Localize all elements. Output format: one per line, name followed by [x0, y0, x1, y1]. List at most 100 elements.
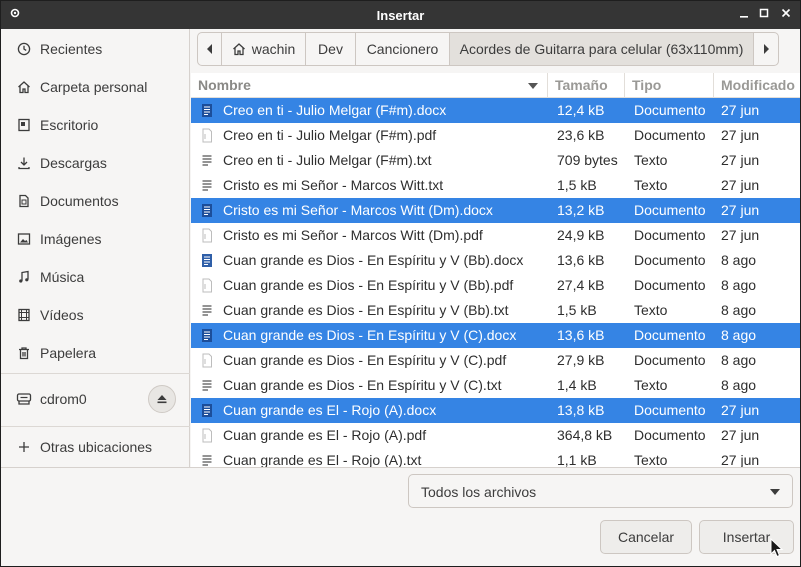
file-modified: 27 jun — [721, 427, 760, 443]
word-document-icon — [202, 404, 212, 417]
sidebar-item-label: Carpeta personal — [40, 79, 148, 95]
column-header-type[interactable]: Tipo — [625, 73, 714, 98]
file-modified: 8 ago — [721, 352, 757, 368]
file-type: Documento — [634, 402, 706, 418]
crumb-current-folder[interactable]: Acordes de Guitarra para celular (63x110… — [450, 33, 754, 65]
drive-icon — [16, 391, 32, 407]
table-row[interactable]: Creo en ti - Julio Melgar (F#m).txt 709 b… — [191, 148, 800, 173]
desktop-icon — [16, 117, 32, 133]
cancel-button[interactable]: Cancelar — [600, 520, 692, 554]
sidebar-item-papelera[interactable]: Papelera — [1, 335, 190, 371]
crumb-cancionero[interactable]: Cancionero — [356, 33, 450, 65]
sidebar-item-videos[interactable]: Vídeos — [1, 297, 190, 333]
chevron-right-icon — [764, 44, 769, 54]
file-name: Creo en ti - Julio Melgar (F#m).docx — [223, 102, 447, 118]
pdf-document-icon — [202, 428, 212, 443]
document-icon — [16, 193, 32, 209]
text-file-icon — [202, 380, 212, 391]
sidebar-item-recientes[interactable]: Recientes — [1, 31, 190, 67]
file-type: Documento — [634, 277, 706, 293]
file-modified: 8 ago — [721, 327, 757, 343]
table-row[interactable]: Cuan grande es Dios - En Espíritu y V (B… — [191, 273, 800, 298]
file-size: 709 bytes — [557, 152, 618, 168]
file-type: Documento — [634, 127, 706, 143]
chevron-down-icon — [770, 489, 780, 495]
mouse-cursor-icon — [770, 538, 784, 558]
file-size: 23,6 kB — [557, 127, 605, 143]
file-modified: 27 jun — [721, 202, 760, 218]
sidebar-item-otras-ubicaciones[interactable]: Otras ubicaciones — [1, 429, 190, 465]
file-name: Cuan grande es El - Rojo (A).txt — [223, 452, 422, 467]
sidebar-item-carpeta-personal[interactable]: Carpeta personal — [1, 69, 190, 105]
maximize-icon[interactable] — [756, 7, 772, 23]
sidebar-item-label: cdrom0 — [40, 391, 87, 407]
sidebar-item-escritorio[interactable]: Escritorio — [1, 107, 190, 143]
table-row[interactable]: Cristo es mi Señor - Marcos Witt (Dm).do… — [191, 198, 800, 223]
file-modified: 8 ago — [721, 302, 757, 318]
file-type: Documento — [634, 102, 706, 118]
file-filter-value: Todos los archivos — [421, 484, 537, 500]
table-row[interactable]: Cuan grande es El - Rojo (A).pdf 364,8 kB… — [191, 423, 800, 448]
trash-icon — [16, 345, 32, 361]
file-size: 1,5 kB — [557, 177, 597, 193]
file-filter-dropdown[interactable]: Todos los archivos — [408, 474, 793, 508]
file-type: Documento — [634, 327, 706, 343]
sidebar-item-musica[interactable]: Música — [1, 259, 190, 295]
column-header-modified[interactable]: Modificado — [714, 73, 800, 98]
file-name: Cuan grande es Dios - En Espíritu y V (B… — [223, 277, 514, 293]
sidebar-item-cdrom0[interactable]: cdrom0 — [1, 381, 190, 417]
table-row[interactable]: Creo en ti - Julio Melgar (F#m).docx 12,4… — [191, 98, 800, 123]
file-type: Texto — [634, 302, 668, 318]
column-header-label: Tamaño — [555, 77, 608, 93]
file-type: Texto — [634, 152, 668, 168]
file-name: Cuan grande es El - Rojo (A).pdf — [223, 427, 427, 443]
file-name: Cuan grande es Dios - En Espíritu y V (C… — [223, 327, 517, 343]
file-name: Cuan grande es Dios - En Espíritu y V (C… — [223, 377, 502, 393]
column-header-name[interactable]: Nombre — [191, 73, 548, 98]
crumb-dev[interactable]: Dev — [306, 33, 356, 65]
sidebar-item-descargas[interactable]: Descargas — [1, 145, 190, 181]
crumb-label: Cancionero — [366, 41, 439, 57]
file-name: Creo en ti - Julio Melgar (F#m).pdf — [223, 127, 437, 143]
table-row[interactable]: Cuan grande es Dios - En Espíritu y V (B… — [191, 298, 800, 323]
file-modified: 27 jun — [721, 402, 760, 418]
crumb-label: Dev — [318, 41, 343, 57]
pdf-document-icon — [202, 128, 212, 143]
table-row[interactable]: Cristo es mi Señor - Marcos Witt.txt 1,5 … — [191, 173, 800, 198]
table-row[interactable]: Cristo es mi Señor - Marcos Witt (Dm).pd… — [191, 223, 800, 248]
file-modified: 27 jun — [721, 152, 760, 168]
close-icon[interactable] — [778, 7, 794, 23]
file-type: Documento — [634, 227, 706, 243]
eject-button[interactable] — [148, 385, 176, 413]
title-bar: Insertar — [1, 1, 800, 29]
path-back-button[interactable] — [198, 33, 222, 65]
file-modified: 27 jun — [721, 102, 760, 118]
home-icon — [232, 43, 245, 56]
file-chooser-dialog: Insertar Recientes Carpeta personal Escr… — [0, 0, 801, 567]
table-row[interactable]: Cuan grande es Dios - En Espíritu y V (C… — [191, 323, 800, 348]
crumb-wachin[interactable]: wachin — [222, 33, 306, 65]
word-document-icon — [202, 254, 212, 267]
file-size: 12,4 kB — [557, 102, 605, 118]
sidebar-item-imagenes[interactable]: Imágenes — [1, 221, 190, 257]
file-type: Documento — [634, 352, 706, 368]
file-type: Texto — [634, 177, 668, 193]
column-header-size[interactable]: Tamaño — [548, 73, 625, 98]
table-row[interactable]: Cuan grande es El - Rojo (A).txt 1,1 kB Te… — [191, 448, 800, 467]
column-header-label: Modificado — [721, 77, 795, 93]
sidebar-item-label: Imágenes — [40, 231, 102, 247]
sidebar-item-documentos[interactable]: Documentos — [1, 183, 190, 219]
table-row[interactable]: Creo en ti - Julio Melgar (F#m).pdf 23,6 … — [191, 123, 800, 148]
table-row[interactable]: Cuan grande es Dios - En Espíritu y V (C… — [191, 348, 800, 373]
sidebar-separator — [1, 426, 190, 427]
pdf-document-icon — [202, 353, 212, 368]
video-icon — [16, 307, 32, 323]
table-row[interactable]: Cuan grande es Dios - En Espíritu y V (B… — [191, 248, 800, 273]
minimize-icon[interactable] — [736, 7, 752, 23]
path-forward-button[interactable] — [754, 33, 778, 65]
file-modified: 27 jun — [721, 227, 760, 243]
sidebar-item-label: Vídeos — [40, 307, 84, 323]
file-list[interactable]: Nombre Tamaño Tipo Modificado Creo en ti… — [191, 73, 800, 467]
table-row[interactable]: Cuan grande es El - Rojo (A).docx 13,8 kB… — [191, 398, 800, 423]
table-row[interactable]: Cuan grande es Dios - En Espíritu y V (C… — [191, 373, 800, 398]
